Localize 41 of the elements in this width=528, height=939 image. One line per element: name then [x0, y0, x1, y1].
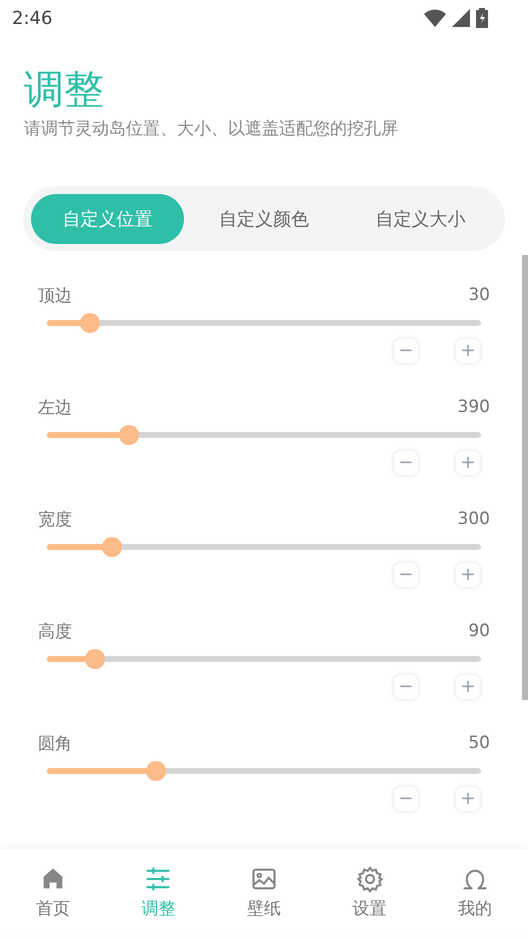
tab[interactable]: 自定义位置 [31, 194, 184, 244]
battery-icon [476, 8, 488, 28]
decrease-button[interactable]: − [394, 339, 418, 363]
signal-icon [452, 9, 470, 27]
slider-thumb[interactable] [119, 425, 140, 445]
page-title: 调整 [24, 66, 105, 115]
nav-item[interactable]: 壁纸 [211, 849, 317, 935]
wifi-icon [424, 9, 446, 27]
decrease-button[interactable]: − [394, 563, 418, 587]
slider-value: 90 [468, 621, 490, 641]
slider-value: 30 [468, 285, 490, 305]
tab[interactable]: 自定义颜色 [188, 194, 340, 244]
slider-label: 高度 [38, 620, 72, 642]
decrease-button[interactable]: − [394, 451, 418, 475]
slider-thumb[interactable] [84, 649, 105, 669]
slider-label: 左边 [38, 396, 72, 418]
nav-item[interactable]: 我的 [422, 849, 528, 935]
tab[interactable]: 自定义大小 [344, 194, 498, 244]
slider-label: 圆角 [38, 732, 72, 754]
page-subtitle: 请调节灵动岛位置、大小、以遮盖适配您的挖孔屏 [24, 118, 399, 141]
slider-thumb[interactable] [102, 537, 122, 557]
slider-thumb[interactable] [146, 761, 166, 781]
increase-button[interactable]: + [456, 787, 480, 811]
slider-value: 50 [468, 733, 490, 753]
status-time: 2:46 [12, 8, 52, 28]
increase-button[interactable]: + [456, 339, 480, 363]
scrollbar[interactable] [522, 255, 528, 700]
nav-item[interactable]: 首页 [0, 849, 106, 935]
increase-button[interactable]: + [456, 451, 480, 475]
slider-label: 宽度 [38, 508, 72, 530]
increase-button[interactable]: + [456, 563, 480, 587]
decrease-button[interactable]: − [394, 675, 418, 699]
increase-button[interactable]: + [456, 675, 480, 699]
slider-label: 顶边 [38, 284, 72, 306]
decrease-button[interactable]: − [394, 787, 418, 811]
settings-icon [354, 864, 385, 892]
nav-item[interactable]: 设置 [316, 849, 422, 935]
slider-value: 390 [458, 397, 490, 417]
slider-value: 300 [458, 509, 490, 529]
slider-thumb[interactable] [80, 313, 100, 333]
nav-item[interactable]: 调整 [106, 849, 212, 935]
